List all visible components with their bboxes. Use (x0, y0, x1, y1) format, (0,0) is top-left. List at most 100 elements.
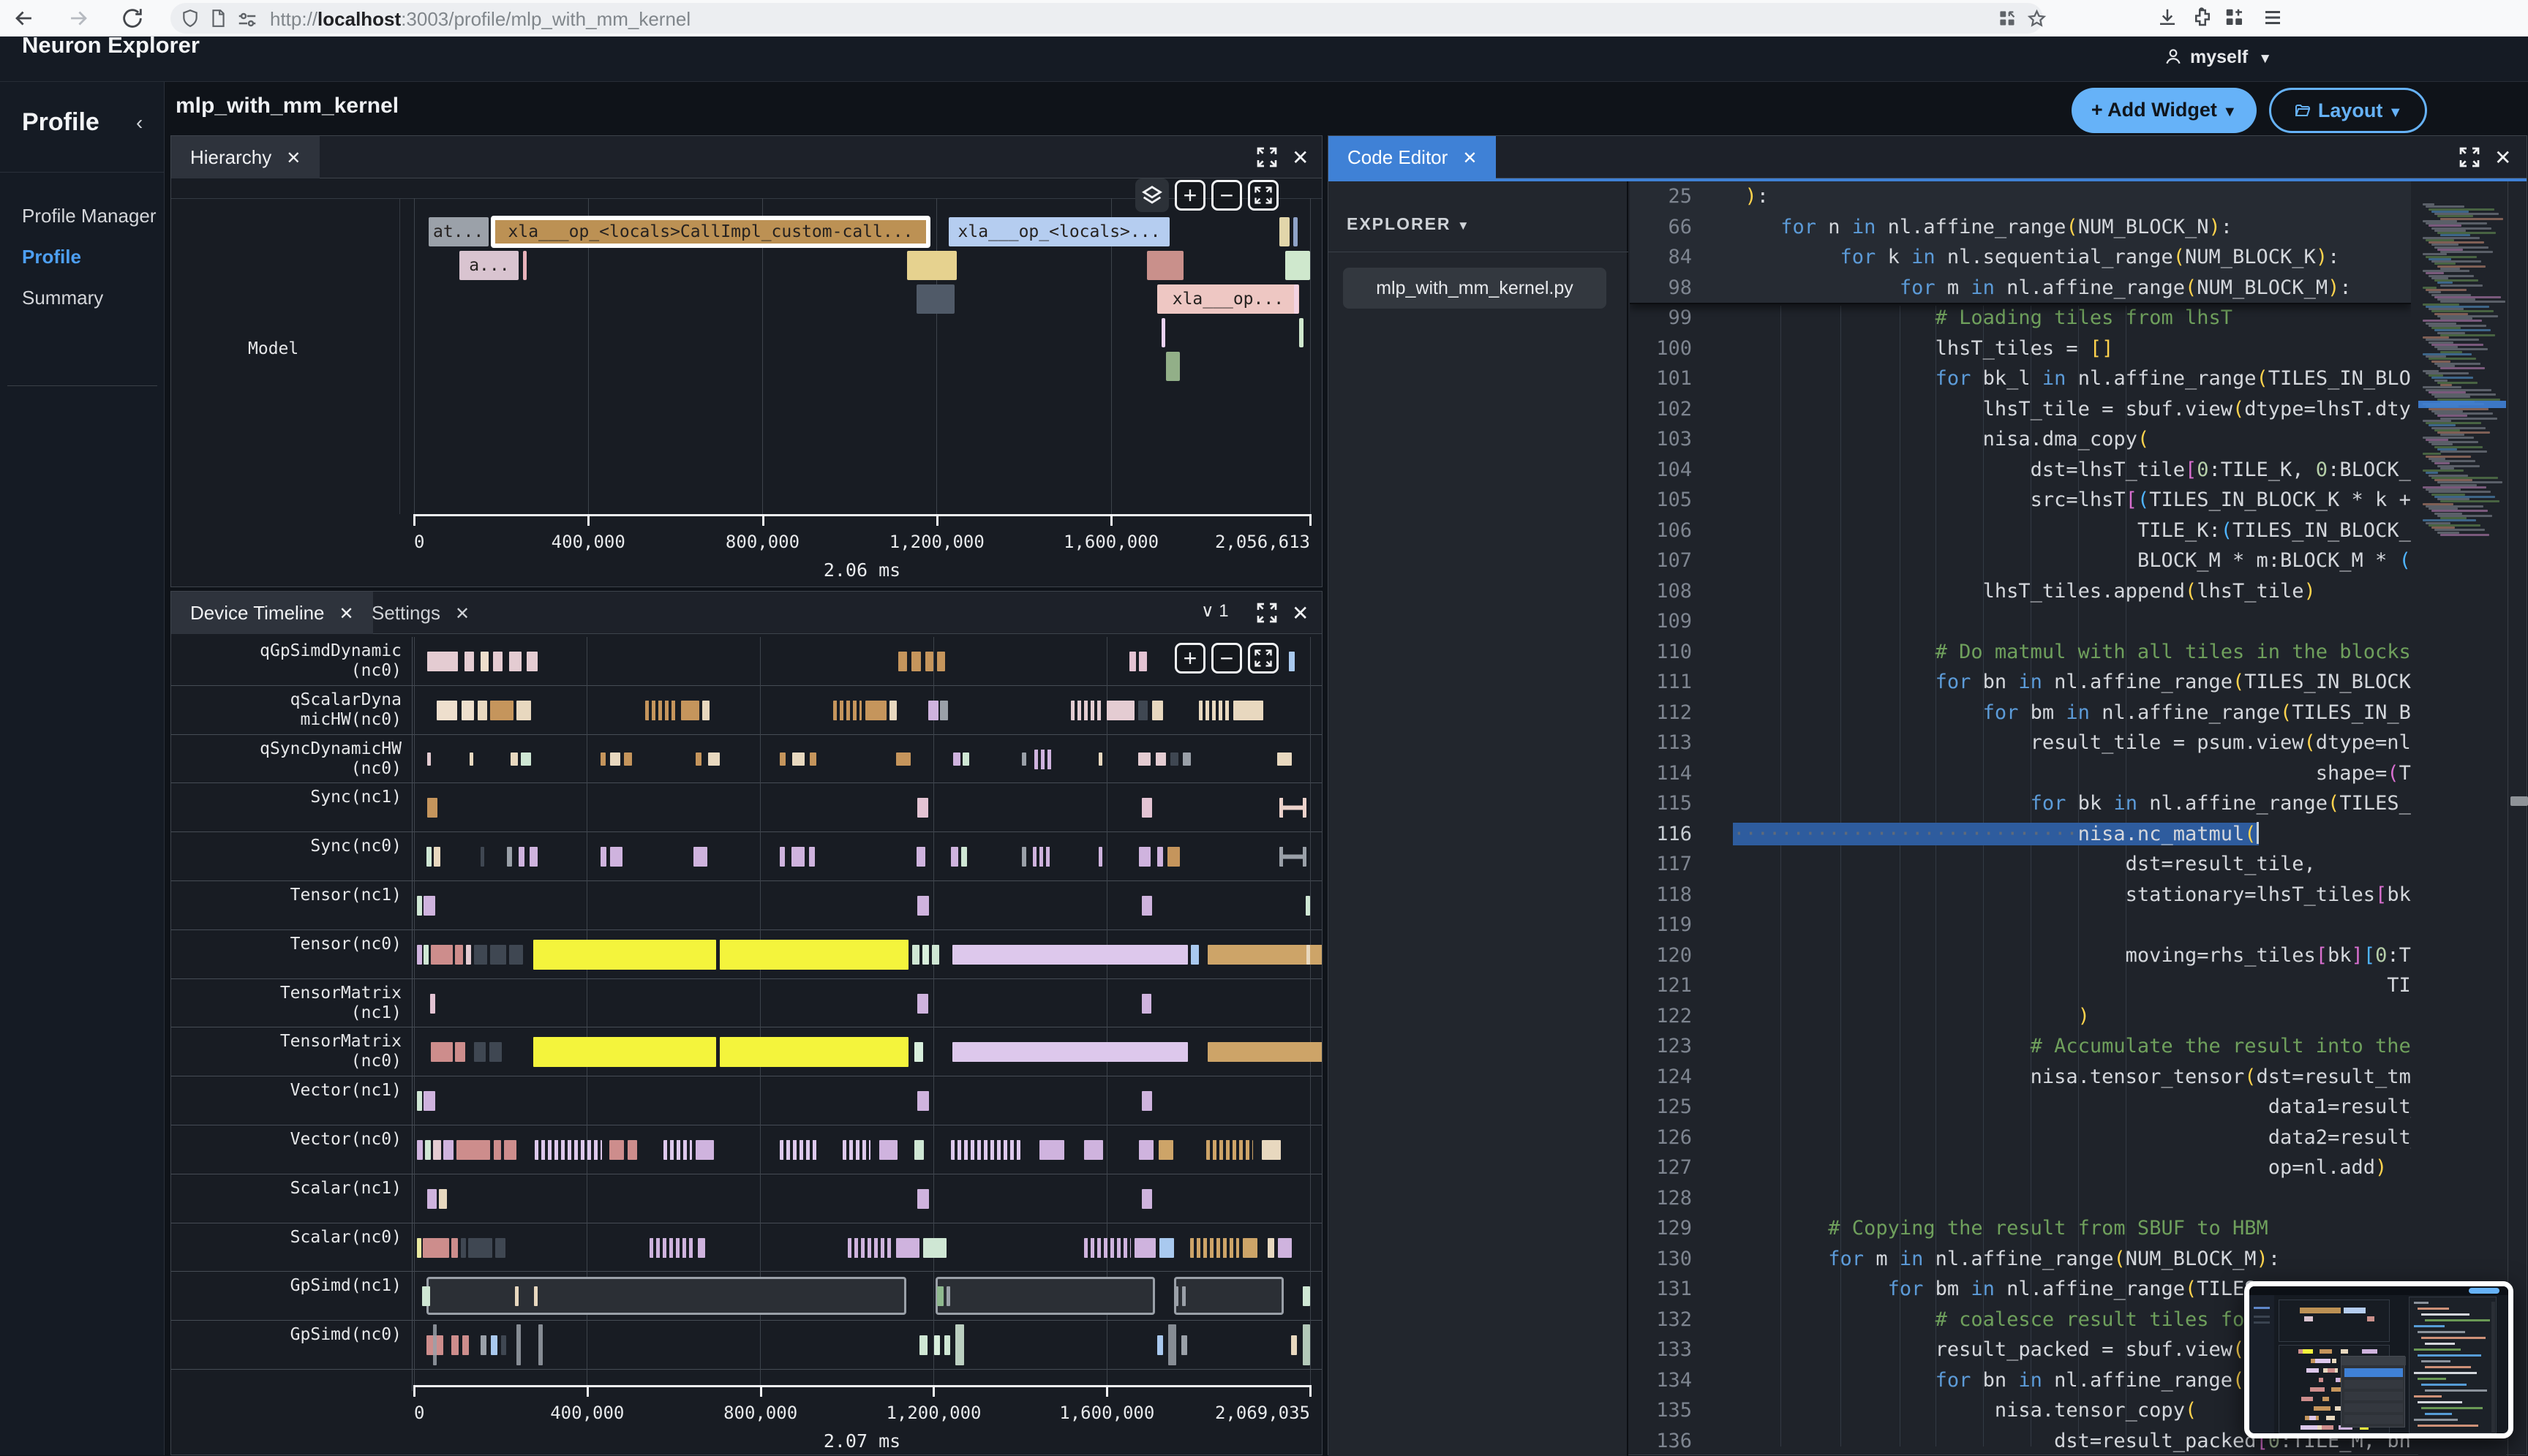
timeline-bar[interactable] (848, 1238, 892, 1258)
close-icon[interactable]: ✕ (1462, 148, 1477, 168)
layers-icon[interactable] (1135, 178, 1169, 212)
timeline-bar[interactable] (516, 1324, 521, 1365)
extension-icon[interactable] (2192, 7, 2213, 29)
timeline-bar[interactable] (628, 1140, 637, 1160)
timeline-bar[interactable] (509, 945, 524, 965)
timeline-bar[interactable] (425, 1140, 432, 1160)
timeline-bar[interactable] (427, 752, 431, 766)
code-line[interactable]: 100lhsT_tiles = [] (1630, 333, 2411, 364)
timeline-bar[interactable] (898, 652, 907, 671)
timeline-bar[interactable] (833, 701, 862, 720)
zoom-level-dropdown[interactable]: ∨ 1 (1201, 600, 1229, 622)
flame-bar[interactable] (1299, 318, 1304, 347)
timeline-bar[interactable] (478, 701, 487, 720)
timeline-bar[interactable] (917, 798, 928, 818)
code-line[interactable]: 116·····························nisa.nc_… (1630, 819, 2411, 850)
code-line[interactable]: 98for m in nl.affine_range(NUM_BLOCK_M): (1630, 273, 2411, 303)
timeline-bar[interactable] (917, 1189, 929, 1209)
add-widget-button[interactable]: + Add Widget ▼ (2072, 88, 2257, 133)
timeline-bar[interactable] (609, 1140, 624, 1160)
timeline-bar[interactable] (519, 847, 524, 867)
timeline-bar[interactable] (663, 1140, 692, 1160)
timeline-bar[interactable] (937, 1286, 944, 1306)
timeline-bar[interactable] (491, 1335, 497, 1355)
timeline-bar[interactable] (424, 945, 428, 965)
timeline-bar[interactable] (1139, 652, 1147, 671)
timeline-bar[interactable] (1190, 1238, 1239, 1258)
timeline-bar[interactable] (791, 847, 805, 867)
url-text[interactable]: http://localhost:3003/profile/mlp_with_m… (270, 8, 691, 31)
flame-bar[interactable] (1147, 251, 1184, 280)
timeline-bar[interactable] (912, 945, 919, 965)
code-line[interactable]: 110# Do matmul with all tiles in the blo… (1630, 637, 2411, 668)
code-line[interactable]: 25): (1630, 181, 2411, 212)
timeline-bar[interactable] (481, 652, 489, 671)
timeline-bar[interactable] (937, 652, 945, 671)
timeline-bar[interactable] (934, 1335, 941, 1355)
zoom-out-button[interactable]: − (1211, 180, 1242, 211)
timeline-bar[interactable] (431, 1042, 452, 1062)
timeline-bar[interactable] (504, 1140, 516, 1160)
code-line[interactable]: 123# Accumulate the result into the (1630, 1031, 2411, 1062)
timeline-bar[interactable] (1199, 701, 1230, 720)
timeline-bar[interactable] (1157, 847, 1164, 867)
code-line[interactable]: 113result_tile = psum.view(dtype=nl (1630, 728, 2411, 758)
bookmark-star-icon[interactable] (2027, 9, 2047, 29)
timeline-bar[interactable] (610, 847, 622, 867)
timeline-bar[interactable] (1142, 1091, 1153, 1111)
expand-icon[interactable] (1255, 601, 1279, 625)
timeline-bar[interactable] (1289, 652, 1295, 671)
timeline-bar[interactable] (1138, 752, 1151, 766)
timeline-bar[interactable] (511, 752, 518, 766)
timeline-bar[interactable] (923, 1238, 947, 1258)
code-line[interactable]: 128 (1630, 1183, 2411, 1214)
file-item[interactable]: mlp_with_mm_kernel.py (1343, 268, 1606, 309)
timeline-bar[interactable] (917, 994, 928, 1014)
timeline-bar[interactable] (417, 896, 422, 916)
shield-icon[interactable] (181, 9, 200, 28)
code-line[interactable]: 126data2=result_ (1630, 1123, 2411, 1153)
timeline-bar[interactable] (1170, 752, 1178, 766)
timeline-bar[interactable] (426, 1277, 906, 1315)
timeline-bar[interactable] (434, 847, 440, 867)
timeline-bar[interactable] (470, 752, 473, 766)
code-line[interactable]: 115for bk in nl.affine_range(TILES_ (1630, 788, 2411, 819)
timeline-bar[interactable] (693, 847, 707, 867)
timeline-bar[interactable] (1022, 752, 1026, 766)
code-line[interactable]: 106TILE_K:(TILES_IN_BLOCK_ (1630, 516, 2411, 546)
code-line[interactable]: 121TIL (1630, 970, 2411, 1001)
timeline-bar[interactable] (914, 1042, 923, 1062)
sidebar-item-summary[interactable]: Summary (22, 287, 103, 309)
timeline-bar[interactable] (538, 1324, 543, 1365)
timeline-bar[interactable] (1039, 1140, 1064, 1160)
timeline-bar[interactable] (963, 752, 970, 766)
timeline-bar[interactable] (455, 1042, 464, 1062)
timeline-bar[interactable] (464, 652, 474, 671)
timeline-bar[interactable] (952, 945, 1188, 965)
timeline-bar[interactable] (1142, 994, 1151, 1014)
scrollbar-thumb[interactable] (2510, 796, 2528, 806)
timeline-bar[interactable] (423, 1238, 449, 1258)
timeline-bar[interactable] (947, 1286, 950, 1306)
tab-device-timeline[interactable]: Device Timeline✕ (171, 592, 373, 634)
flame-bar[interactable] (917, 284, 954, 314)
timeline-bar[interactable] (433, 1140, 441, 1160)
timeline-bar[interactable] (1034, 750, 1053, 769)
code-line[interactable]: 66for n in nl.affine_range(NUM_BLOCK_N): (1630, 212, 2411, 243)
flame-bar[interactable]: xla___op_<locals>... (949, 217, 1169, 246)
timeline-bar[interactable] (792, 752, 805, 766)
timeline-bar[interactable] (1278, 1238, 1293, 1258)
timeline-bar[interactable] (928, 701, 938, 720)
flame-bar[interactable] (1162, 318, 1165, 347)
timeline-bar[interactable] (1071, 701, 1103, 720)
timeline-bar[interactable] (1033, 847, 1053, 867)
code-line[interactable]: 107BLOCK_M * m:BLOCK_M * ( (1630, 546, 2411, 576)
timeline-bar[interactable] (424, 1091, 435, 1111)
flame-bar[interactable]: xla___op_<locals>CallImpl_custom-call... (492, 217, 930, 246)
timeline-bar[interactable] (462, 701, 474, 720)
code-line[interactable]: 84for k in nl.sequential_range(NUM_BLOCK… (1630, 242, 2411, 273)
timeline-bar[interactable] (427, 1189, 436, 1209)
timeline-bar[interactable] (1142, 1189, 1153, 1209)
timeline-bar[interactable] (1243, 1238, 1257, 1258)
minimap[interactable] (2418, 181, 2506, 1456)
